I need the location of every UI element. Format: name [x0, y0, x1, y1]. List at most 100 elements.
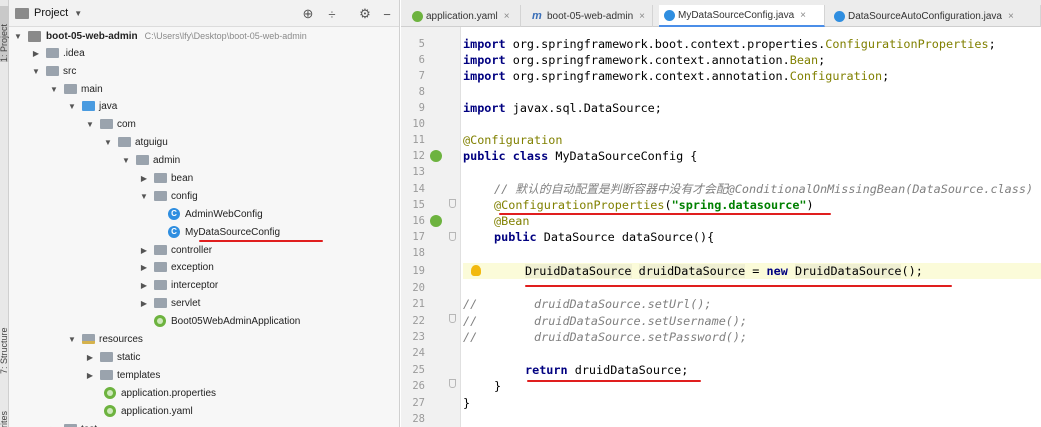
- editor-gutter[interactable]: 5 6 7 8 9 10 11 12 13 14 15 16 17 18 19 …: [401, 27, 461, 427]
- tree-label: java: [99, 100, 118, 112]
- tree-node-templates[interactable]: ▶ templates: [9, 366, 400, 384]
- maven-module-icon: m: [532, 9, 542, 22]
- line-number: 12: [412, 150, 425, 162]
- tree-node-application-yaml[interactable]: application.yaml: [9, 402, 400, 420]
- tree-label: interceptor: [171, 279, 219, 291]
- tree-node-resources[interactable]: ▼ resources: [9, 330, 400, 348]
- tree-label: MyDataSourceConfig: [185, 226, 281, 238]
- code-area[interactable]: import org.springframework.boot.context.…: [463, 27, 1041, 427]
- fold-marker-icon[interactable]: [449, 379, 456, 388]
- tree-node-mydatasourceconfig[interactable]: C MyDataSourceConfig: [9, 223, 400, 241]
- tab-mydatasourceconfig-java[interactable]: MyDataSourceConfig.java ×: [659, 5, 825, 27]
- yaml-file-icon: [412, 10, 423, 22]
- folder-icon: [100, 352, 113, 362]
- tree-node-boot05webadminapplication[interactable]: Boot05WebAdminApplication: [9, 312, 400, 330]
- tree-node-project-root[interactable]: ▼ boot-05-web-admin C:\Users\lfy\Desktop…: [9, 27, 400, 45]
- line-number: 14: [412, 183, 425, 195]
- tree-node-com[interactable]: ▼ com: [9, 115, 400, 133]
- tab-datasourceautoconfiguration-java[interactable]: DataSourceAutoConfiguration.java ×: [829, 5, 1041, 27]
- tree-node-main[interactable]: ▼ main: [9, 80, 400, 98]
- tree-node-atguigu[interactable]: ▼ atguigu: [9, 133, 400, 151]
- chevron-down-icon[interactable]: ▼: [31, 67, 41, 76]
- chevron-down-icon[interactable]: ▼: [67, 335, 77, 344]
- code-line: return druidDataSource;: [525, 363, 689, 377]
- tree-node-java[interactable]: ▼ java: [9, 97, 400, 115]
- structure-tool-tab[interactable]: 7: Structure: [0, 310, 9, 374]
- tab-application-yaml[interactable]: application.yaml ×: [407, 5, 521, 27]
- code-editor[interactable]: application.yaml × m boot-05-web-admin ×…: [401, 0, 1041, 427]
- line-number: 13: [412, 166, 425, 178]
- chevron-right-icon[interactable]: ▶: [139, 246, 149, 255]
- gear-icon[interactable]: ⚙: [357, 6, 373, 22]
- line-number: 9: [418, 102, 425, 114]
- collapse-all-icon[interactable]: ÷: [324, 6, 340, 22]
- tree-node-bean[interactable]: ▶ bean: [9, 169, 400, 187]
- package-icon: [154, 280, 167, 290]
- lightbulb-icon[interactable]: [471, 265, 481, 276]
- project-icon: [15, 7, 29, 19]
- chevron-right-icon[interactable]: ▶: [85, 371, 95, 380]
- close-icon[interactable]: ×: [1008, 11, 1014, 22]
- tree-node-controller[interactable]: ▶ controller: [9, 241, 400, 259]
- line-number: 8: [418, 86, 425, 98]
- code-line: import org.springframework.context.annot…: [463, 53, 826, 67]
- tree-node-static[interactable]: ▶ static: [9, 348, 400, 366]
- chevron-right-icon[interactable]: ▶: [139, 174, 149, 183]
- tree-label: admin: [153, 154, 181, 166]
- chevron-right-icon[interactable]: ▶: [31, 49, 41, 58]
- tab-boot-05-web-admin[interactable]: m boot-05-web-admin ×: [527, 5, 653, 27]
- tree-node-admin[interactable]: ▼ admin: [9, 151, 400, 169]
- code-line: import org.springframework.context.annot…: [463, 69, 890, 83]
- tree-node-adminwebconfig[interactable]: C AdminWebConfig: [9, 205, 400, 223]
- code-line: @Configuration: [463, 133, 563, 147]
- code-line: // druidDataSource.setPassword();: [463, 330, 748, 344]
- spring-bean-gutter-icon[interactable]: [430, 215, 442, 227]
- chevron-right-icon[interactable]: ▶: [85, 353, 95, 362]
- close-icon[interactable]: ×: [504, 11, 510, 22]
- chevron-down-icon[interactable]: ▼: [49, 85, 59, 94]
- tree-node-interceptor[interactable]: ▶ interceptor: [9, 276, 400, 294]
- spring-config-file-icon: [104, 387, 116, 399]
- project-view-selector[interactable]: Project: [34, 7, 68, 19]
- tree-node-idea[interactable]: ▶ .idea: [9, 44, 400, 62]
- tree-node-src[interactable]: ▼ src: [9, 62, 400, 80]
- chevron-down-icon[interactable]: ▼: [85, 120, 95, 129]
- favorites-tool-tab[interactable]: orites: [0, 393, 9, 427]
- fold-marker-icon[interactable]: [449, 199, 456, 208]
- tab-label: application.yaml: [426, 10, 498, 22]
- tree-node-test[interactable]: ▶ test: [9, 420, 400, 427]
- locate-icon[interactable]: ⊕: [300, 6, 316, 22]
- tree-node-config[interactable]: ▼ config: [9, 187, 400, 205]
- folder-icon: [64, 84, 77, 94]
- fold-marker-icon[interactable]: [449, 232, 456, 241]
- chevron-down-icon[interactable]: ▼: [13, 32, 23, 41]
- chevron-down-icon[interactable]: ▼: [74, 9, 82, 18]
- folder-icon: [46, 48, 59, 58]
- chevron-down-icon[interactable]: ▼: [121, 156, 131, 165]
- tree-label: servlet: [171, 297, 201, 309]
- chevron-down-icon[interactable]: ▼: [67, 102, 77, 111]
- spring-bean-gutter-icon[interactable]: [430, 150, 442, 162]
- line-number: 16: [412, 215, 425, 227]
- tree-node-application-properties[interactable]: application.properties: [9, 384, 400, 402]
- close-icon[interactable]: ×: [800, 10, 806, 21]
- chevron-down-icon[interactable]: ▼: [139, 192, 149, 201]
- project-tool-tab[interactable]: 1: Project: [0, 6, 9, 62]
- red-underline-annotation: [499, 213, 831, 215]
- code-line: import org.springframework.boot.context.…: [463, 37, 996, 51]
- tree-label: config: [171, 190, 198, 202]
- code-line: }: [463, 396, 471, 410]
- line-number: 26: [412, 380, 425, 392]
- chevron-right-icon[interactable]: ▶: [139, 263, 149, 272]
- line-number: 17: [412, 231, 425, 243]
- hide-icon[interactable]: −: [379, 6, 395, 22]
- chevron-right-icon[interactable]: ▶: [139, 281, 149, 290]
- source-folder-icon: [82, 101, 95, 111]
- tree-node-exception[interactable]: ▶ exception: [9, 258, 400, 276]
- chevron-down-icon[interactable]: ▼: [103, 138, 113, 147]
- chevron-right-icon[interactable]: ▶: [139, 299, 149, 308]
- tree-label: exception: [171, 261, 214, 273]
- fold-marker-icon[interactable]: [449, 314, 456, 323]
- close-icon[interactable]: ×: [639, 11, 645, 22]
- tree-node-servlet[interactable]: ▶ servlet: [9, 294, 400, 312]
